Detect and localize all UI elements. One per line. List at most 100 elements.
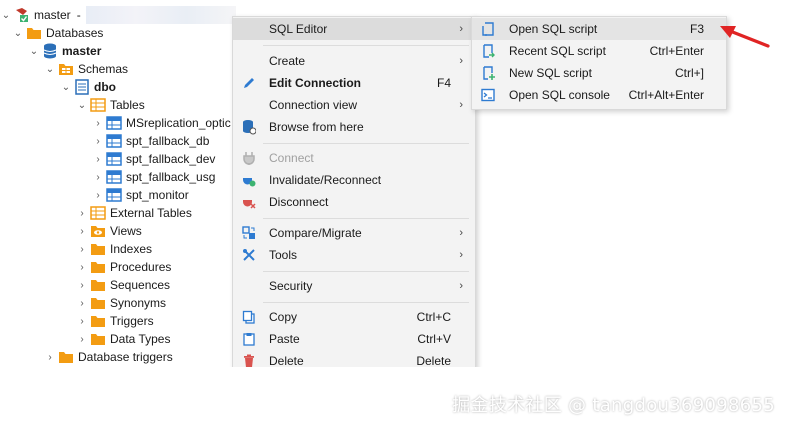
menu-item-create[interactable]: Create › bbox=[233, 50, 475, 72]
tree-node-label: spt_monitor bbox=[126, 188, 189, 202]
recent-script-icon bbox=[480, 43, 496, 59]
menu-item-connect[interactable]: Connect bbox=[233, 147, 475, 169]
chevron-right-icon[interactable]: › bbox=[76, 207, 88, 219]
menu-item-shortcut: Delete bbox=[416, 354, 451, 368]
menu-item-security[interactable]: Security › bbox=[233, 275, 475, 297]
chevron-down-icon[interactable]: ⌄ bbox=[44, 63, 56, 75]
chevron-right-icon[interactable]: › bbox=[76, 297, 88, 309]
database-icon bbox=[42, 43, 58, 59]
menu-item-tools[interactable]: Tools › bbox=[233, 244, 475, 266]
annotation-arrow-icon bbox=[720, 26, 770, 48]
open-script-icon bbox=[480, 21, 496, 37]
tree-node-table[interactable]: › spt_fallback_usg bbox=[92, 168, 215, 186]
chevron-right-icon[interactable]: › bbox=[92, 117, 104, 129]
menu-item-copy[interactable]: Copy Ctrl+C bbox=[233, 306, 475, 328]
chevron-right-icon[interactable]: › bbox=[76, 225, 88, 237]
chevron-down-icon[interactable]: ⌄ bbox=[28, 45, 40, 57]
tree-node-label: Data Types bbox=[110, 332, 171, 346]
submenu-item-shortcut: Ctrl+Enter bbox=[649, 44, 704, 58]
tree-node-table[interactable]: › spt_fallback_dev bbox=[92, 150, 215, 168]
chevron-right-icon[interactable]: › bbox=[92, 171, 104, 183]
chevron-right-icon: › bbox=[459, 55, 463, 67]
tree-node-label: Procedures bbox=[110, 260, 172, 274]
chevron-right-icon[interactable]: › bbox=[92, 153, 104, 165]
chevron-right-icon[interactable]: › bbox=[76, 261, 88, 273]
chevron-right-icon[interactable]: › bbox=[92, 135, 104, 147]
menu-item-sql-editor[interactable]: SQL Editor › bbox=[233, 18, 475, 40]
submenu-item-label: Open SQL console bbox=[509, 88, 610, 102]
submenu-item-recent-sql-script[interactable]: Recent SQL script Ctrl+Enter bbox=[472, 40, 726, 62]
tree-node-table[interactable]: › spt_fallback_db bbox=[92, 132, 209, 150]
tree-node-master-db[interactable]: ⌄ master bbox=[28, 42, 101, 60]
tree-node-master-connection[interactable]: ⌄ master - bbox=[0, 6, 81, 24]
submenu-item-open-sql-console[interactable]: Open SQL console Ctrl+Alt+Enter bbox=[472, 84, 726, 106]
tree-node-label: Synonyms bbox=[110, 296, 167, 310]
tree-node-external-tables[interactable]: › External Tables bbox=[76, 204, 192, 222]
menu-item-browse-from-here[interactable]: Browse from here bbox=[233, 116, 475, 138]
chevron-right-icon[interactable]: › bbox=[76, 333, 88, 345]
chevron-down-icon[interactable]: ⌄ bbox=[76, 99, 88, 111]
tree-node-triggers[interactable]: › Triggers bbox=[76, 312, 153, 330]
chevron-down-icon[interactable]: ⌄ bbox=[0, 9, 12, 21]
schemas-icon bbox=[58, 61, 74, 77]
menu-item-edit-connection[interactable]: Edit Connection F4 bbox=[233, 72, 475, 94]
chevron-right-icon[interactable]: › bbox=[92, 189, 104, 201]
submenu-item-shortcut: F3 bbox=[689, 22, 704, 36]
connection-icon bbox=[14, 7, 30, 23]
chevron-right-icon[interactable]: › bbox=[44, 351, 56, 363]
menu-item-label: Copy bbox=[269, 310, 298, 324]
menu-item-label: Delete bbox=[269, 354, 304, 368]
tree-node-label: Tables bbox=[110, 98, 145, 112]
tree-node-dbo[interactable]: ⌄ dbo bbox=[60, 78, 116, 96]
tree-node-schemas[interactable]: ⌄ Schemas bbox=[44, 60, 128, 78]
tree-node-label: spt_fallback_db bbox=[126, 134, 210, 148]
disconnect-icon bbox=[241, 194, 257, 210]
compare-icon bbox=[241, 225, 257, 241]
submenu-item-shortcut: Ctrl+] bbox=[674, 66, 704, 80]
tools-icon bbox=[241, 247, 257, 263]
tree-node-tables[interactable]: ⌄ Tables bbox=[76, 96, 145, 114]
tree-node-suffix: - bbox=[76, 8, 81, 22]
tree-node-views[interactable]: › Views bbox=[76, 222, 142, 240]
console-icon bbox=[480, 87, 496, 103]
tree-node-label: dbo bbox=[94, 80, 116, 94]
tree-node-data-types[interactable]: › Data Types bbox=[76, 330, 170, 348]
folder-icon bbox=[90, 295, 106, 311]
tree-node-indexes[interactable]: › Indexes bbox=[76, 240, 152, 258]
menu-item-invalidate-reconnect[interactable]: Invalidate/Reconnect bbox=[233, 169, 475, 191]
menu-item-label: Create bbox=[269, 54, 306, 68]
tree-node-table[interactable]: › spt_monitor bbox=[92, 186, 189, 204]
folder-icon bbox=[58, 349, 74, 365]
schema-icon bbox=[74, 79, 90, 95]
menu-item-compare-migrate[interactable]: Compare/Migrate › bbox=[233, 222, 475, 244]
submenu-item-label: Open SQL script bbox=[509, 22, 598, 36]
tree-node-synonyms[interactable]: › Synonyms bbox=[76, 294, 166, 312]
chevron-down-icon[interactable]: ⌄ bbox=[60, 81, 72, 93]
menu-item-connection-view[interactable]: Connection view › bbox=[233, 94, 475, 116]
chevron-right-icon[interactable]: › bbox=[76, 315, 88, 327]
chevron-right-icon: › bbox=[459, 23, 463, 35]
tree-node-databases[interactable]: ⌄ Databases bbox=[12, 24, 104, 42]
tree-node-procedures[interactable]: › Procedures bbox=[76, 258, 171, 276]
database-icon bbox=[241, 119, 257, 135]
tree-node-sequences[interactable]: › Sequences bbox=[76, 276, 170, 294]
views-folder-icon bbox=[90, 223, 106, 239]
submenu-item-label: New SQL script bbox=[509, 66, 592, 80]
sql-editor-submenu: Open SQL script F3 Recent SQL script Ctr… bbox=[471, 16, 727, 110]
menu-item-label: SQL Editor bbox=[269, 22, 328, 36]
menu-item-disconnect[interactable]: Disconnect bbox=[233, 191, 475, 213]
tree-node-database-triggers[interactable]: › Database triggers bbox=[44, 348, 172, 366]
menu-item-label: Connection view bbox=[269, 98, 358, 112]
menu-item-paste[interactable]: Paste Ctrl+V bbox=[233, 328, 475, 350]
chevron-right-icon[interactable]: › bbox=[76, 243, 88, 255]
tables-folder-icon bbox=[90, 205, 106, 221]
chevron-down-icon[interactable]: ⌄ bbox=[12, 27, 24, 39]
chevron-right-icon[interactable]: › bbox=[76, 279, 88, 291]
tree-node-table[interactable]: › MSreplication_optic bbox=[92, 114, 230, 132]
chevron-right-icon: › bbox=[459, 227, 463, 239]
table-icon bbox=[106, 169, 122, 185]
tree-node-label: Views bbox=[110, 224, 142, 238]
submenu-item-open-sql-script[interactable]: Open SQL script F3 bbox=[472, 18, 726, 40]
submenu-item-new-sql-script[interactable]: New SQL script Ctrl+] bbox=[472, 62, 726, 84]
tree-node-label: External Tables bbox=[110, 206, 192, 220]
